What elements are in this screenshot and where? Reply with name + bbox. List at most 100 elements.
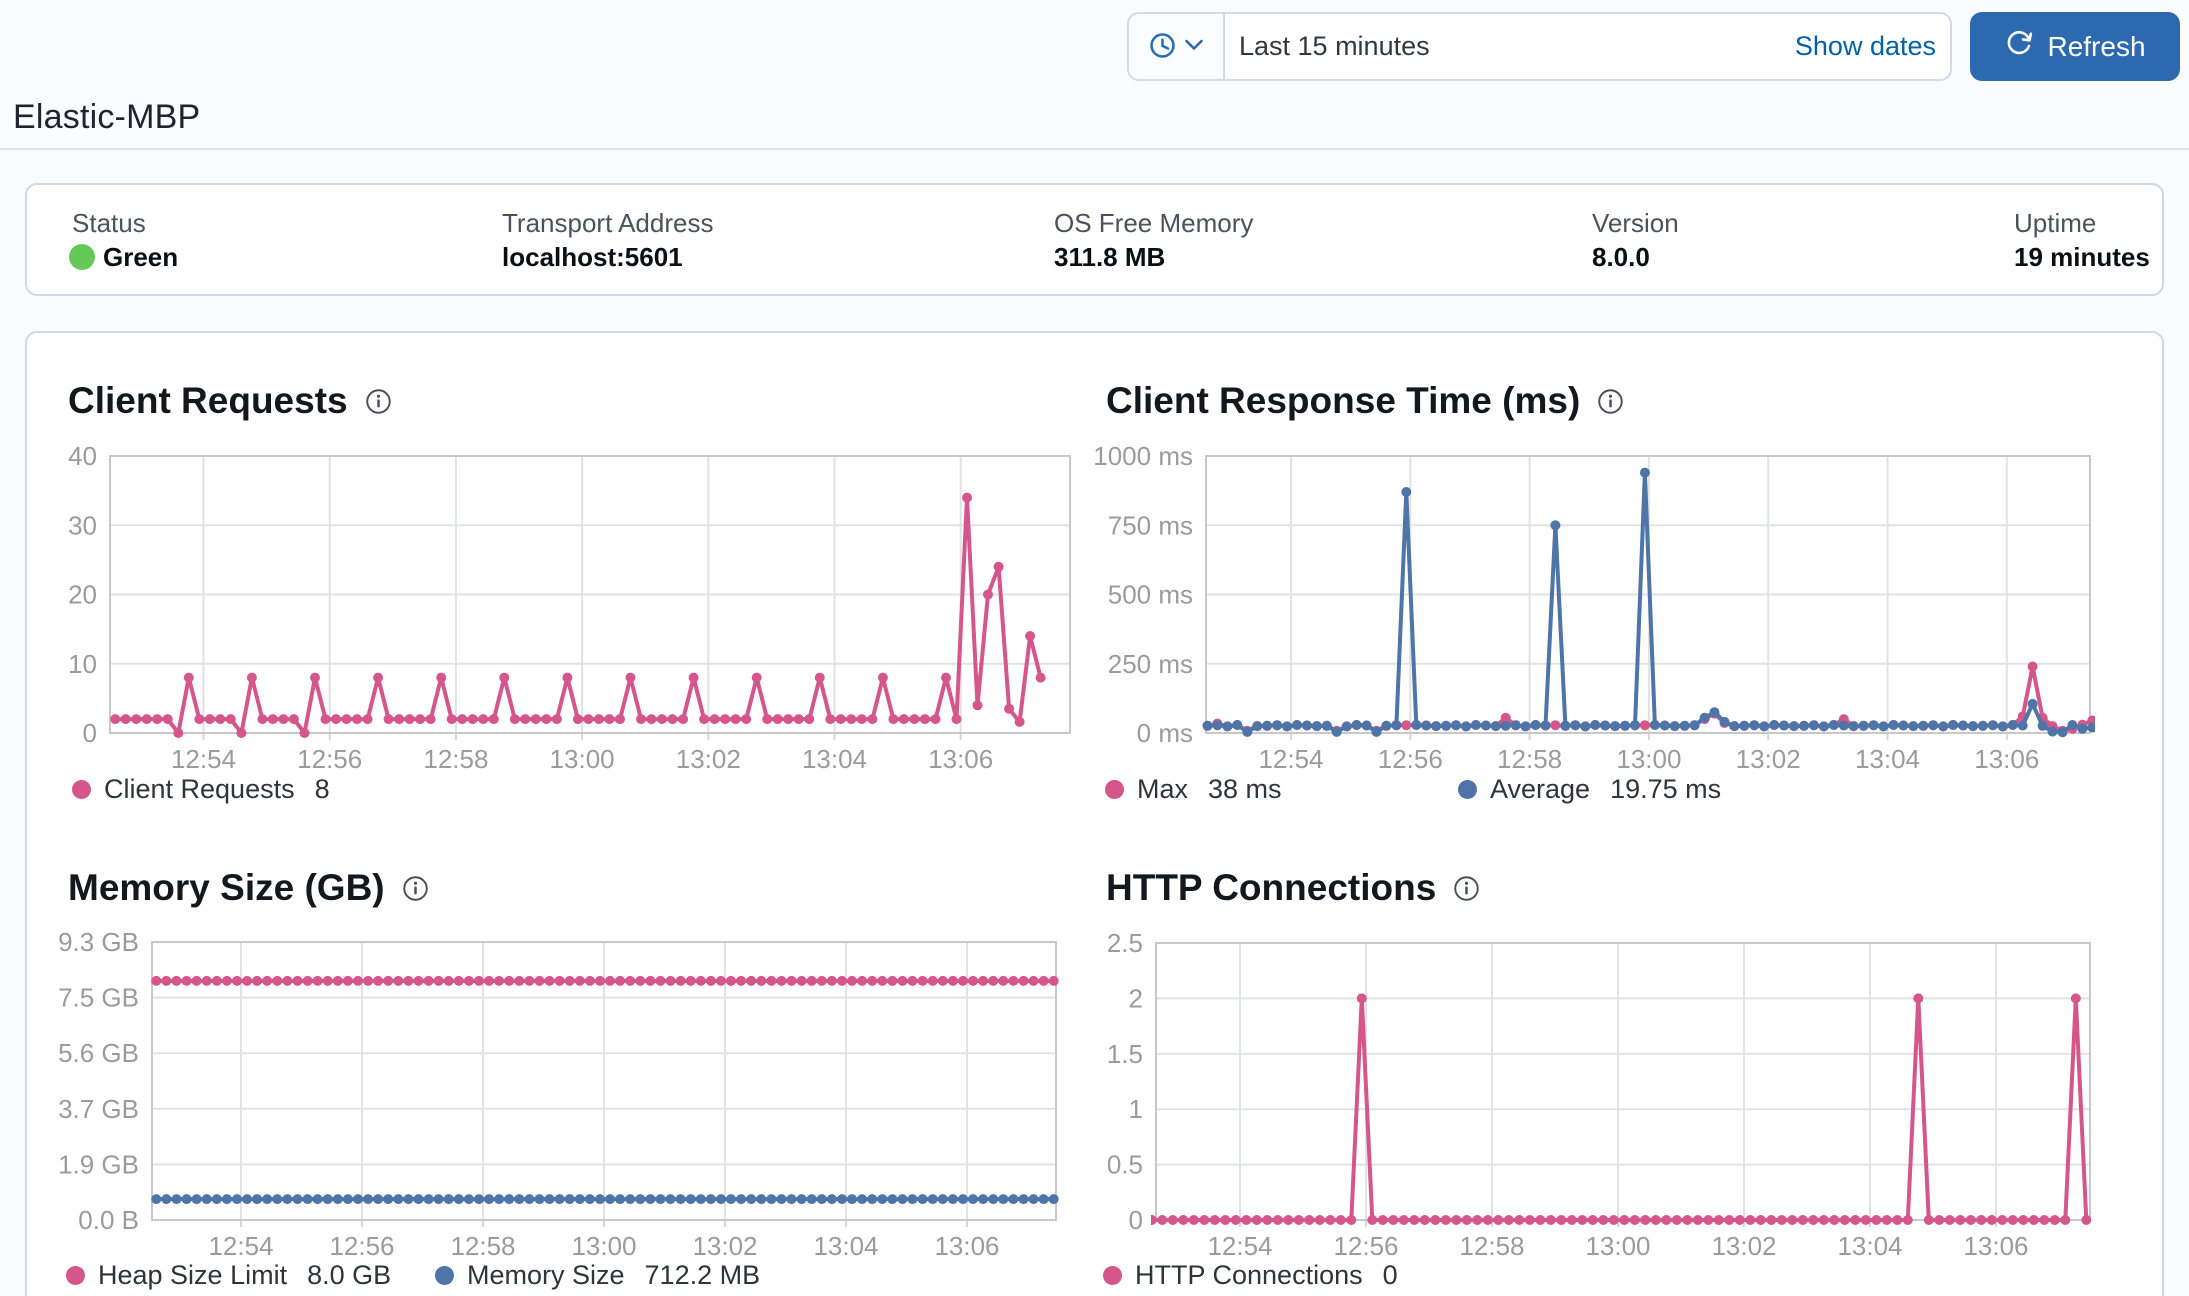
svg-text:2: 2 (1129, 983, 1143, 1013)
super-date-picker: Last 15 minutes Show dates (1127, 12, 1952, 81)
svg-text:0: 0 (1129, 1205, 1143, 1235)
status-item-value: localhost:5601 (502, 241, 683, 273)
svg-text:13:02: 13:02 (676, 744, 741, 774)
legend-series-label: Memory Size (467, 1259, 625, 1290)
status-item-label: Uptime (2014, 208, 2097, 238)
legend-series-value: 0 (1382, 1259, 1398, 1290)
svg-text:750 ms: 750 ms (1108, 510, 1193, 540)
http-connections-chart[interactable]: 0 0.5 1 1.5 2 2.5 12:54 12:56 12:58 13:00 13:02 13:… (1006, 917, 2120, 1269)
chart-title-text: HTTP Connections (1106, 867, 1437, 908)
svg-text:12:54: 12:54 (1258, 744, 1323, 774)
legend-item-heap-size-limit: Heap Size Limit 8.0 GB (66, 1259, 392, 1290)
legend-item-client-requests: Client Requests 8 (72, 773, 330, 804)
chart-title-memory-size: Memory Size (GB) (68, 866, 429, 910)
status-item-value-text: 311.8 MB (1054, 241, 1166, 272)
legend-series-value: 19.75 ms (1610, 773, 1722, 804)
chart-title-text: Client Requests (68, 380, 348, 421)
svg-text:12:56: 12:56 (1378, 744, 1443, 774)
svg-text:12:54: 12:54 (1207, 1231, 1272, 1261)
health-status-dot (69, 244, 95, 270)
page-header: Elastic-MBP Last 15 minutes Show dates R… (0, 0, 2189, 150)
svg-text:0.5: 0.5 (1107, 1150, 1143, 1180)
status-item-label: Version (1592, 208, 1679, 238)
svg-text:13:04: 13:04 (1855, 744, 1920, 774)
date-range-value: Last 15 minutes (1239, 31, 1430, 61)
svg-text:1.5: 1.5 (1107, 1039, 1143, 1069)
svg-text:1000 ms: 1000 ms (1093, 441, 1193, 471)
legend-series-dot (1103, 1265, 1122, 1285)
info-icon[interactable] (1597, 388, 1624, 415)
status-item-value: 19 minutes (2014, 241, 2150, 273)
status-item-value-text: 19 minutes (2014, 241, 2150, 272)
show-dates-link[interactable]: Show dates (1795, 31, 1936, 62)
svg-text:13:00: 13:00 (571, 1231, 636, 1261)
svg-text:12:56: 12:56 (297, 744, 362, 774)
info-icon[interactable] (1453, 875, 1480, 902)
svg-text:20: 20 (68, 580, 97, 610)
status-summary-panel: Status Green Transport Address localhost:56… (25, 183, 2164, 296)
refresh-icon (2004, 28, 2034, 65)
svg-text:12:58: 12:58 (1497, 744, 1562, 774)
client-response-time-chart[interactable]: 0 ms 250 ms 500 ms 750 ms 1000 ms 12:54 12:56 1… (1056, 430, 2120, 782)
legend-series-dot (1105, 779, 1124, 799)
svg-text:250 ms: 250 ms (1108, 649, 1193, 679)
svg-text:13:04: 13:04 (802, 744, 867, 774)
svg-text:12:58: 12:58 (450, 1231, 515, 1261)
legend-series-dot (72, 779, 91, 799)
svg-text:40: 40 (68, 441, 97, 471)
svg-text:13:02: 13:02 (1736, 744, 1801, 774)
svg-text:13:06: 13:06 (934, 1231, 999, 1261)
legend-series-dot (435, 1265, 454, 1285)
legend-series-label: Heap Size Limit (98, 1259, 288, 1290)
svg-text:13:00: 13:00 (1585, 1231, 1650, 1261)
svg-text:12:56: 12:56 (329, 1231, 394, 1261)
svg-text:13:06: 13:06 (1963, 1231, 2028, 1261)
svg-text:500 ms: 500 ms (1108, 580, 1193, 610)
svg-text:13:02: 13:02 (692, 1231, 757, 1261)
svg-text:2.5: 2.5 (1107, 928, 1143, 958)
svg-text:3.7 GB: 3.7 GB (58, 1094, 139, 1124)
status-item-value: 311.8 MB (1054, 241, 1165, 273)
legend-series-value: 8 (314, 773, 330, 804)
client-requests-chart[interactable]: 0 10 20 30 40 12:54 12:56 12:58 13:00 13:02 13:04 1… (0, 430, 1100, 782)
legend-item-memory-size: Memory Size 712.2 MB (435, 1259, 761, 1290)
status-item-label: OS Free Memory (1054, 208, 1254, 238)
date-quick-select-button[interactable] (1129, 14, 1225, 79)
legend-series-label: Client Requests (104, 773, 295, 804)
svg-text:13:04: 13:04 (1837, 1231, 1902, 1261)
svg-text:13:02: 13:02 (1711, 1231, 1776, 1261)
svg-text:12:54: 12:54 (171, 744, 236, 774)
status-item-label: Status (72, 208, 146, 238)
chart-title-http-connections: HTTP Connections (1106, 866, 1480, 910)
legend-series-value: 8.0 GB (307, 1259, 392, 1290)
memory-size-chart[interactable]: 0.0 B 1.9 GB 3.7 GB 5.6 GB 7.5 GB 9.3 GB 12:54… (2, 916, 1086, 1269)
svg-text:10: 10 (68, 649, 97, 679)
date-range-input[interactable]: Last 15 minutes Show dates (1225, 14, 1950, 79)
chart-title-text: Client Response Time (ms) (1106, 380, 1581, 421)
chevron-down-icon (1184, 39, 1204, 54)
legend-series-label: Average (1490, 773, 1591, 804)
legend-series-label: HTTP Connections (1135, 1259, 1363, 1290)
status-item-value-text: Green (103, 241, 179, 272)
info-icon[interactable] (402, 875, 429, 902)
legend-item-max: Max 38 ms (1105, 774, 1282, 804)
svg-text:30: 30 (68, 510, 97, 540)
svg-text:12:58: 12:58 (1459, 1231, 1524, 1261)
chart-title-client-requests: Client Requests (68, 379, 392, 423)
refresh-label: Refresh (2047, 30, 2146, 62)
svg-text:13:04: 13:04 (813, 1231, 878, 1261)
info-icon[interactable] (365, 388, 392, 415)
svg-text:1.9 GB: 1.9 GB (58, 1149, 139, 1179)
legend-series-value: 712.2 MB (644, 1259, 761, 1290)
svg-text:13:06: 13:06 (1974, 744, 2039, 774)
status-item-label: Transport Address (502, 208, 714, 238)
svg-text:0.0 B: 0.0 B (78, 1205, 139, 1235)
page-title: Elastic-MBP (13, 98, 201, 136)
legend-item-average: Average 19.75 ms (1458, 773, 1722, 804)
svg-text:0 ms: 0 ms (1137, 718, 1193, 748)
svg-text:12:58: 12:58 (423, 744, 488, 774)
chart-title-text: Memory Size (GB) (68, 867, 385, 908)
status-item-value: Green (69, 241, 178, 273)
clock-icon (1149, 32, 1176, 62)
refresh-button[interactable]: Refresh (1970, 12, 2180, 81)
